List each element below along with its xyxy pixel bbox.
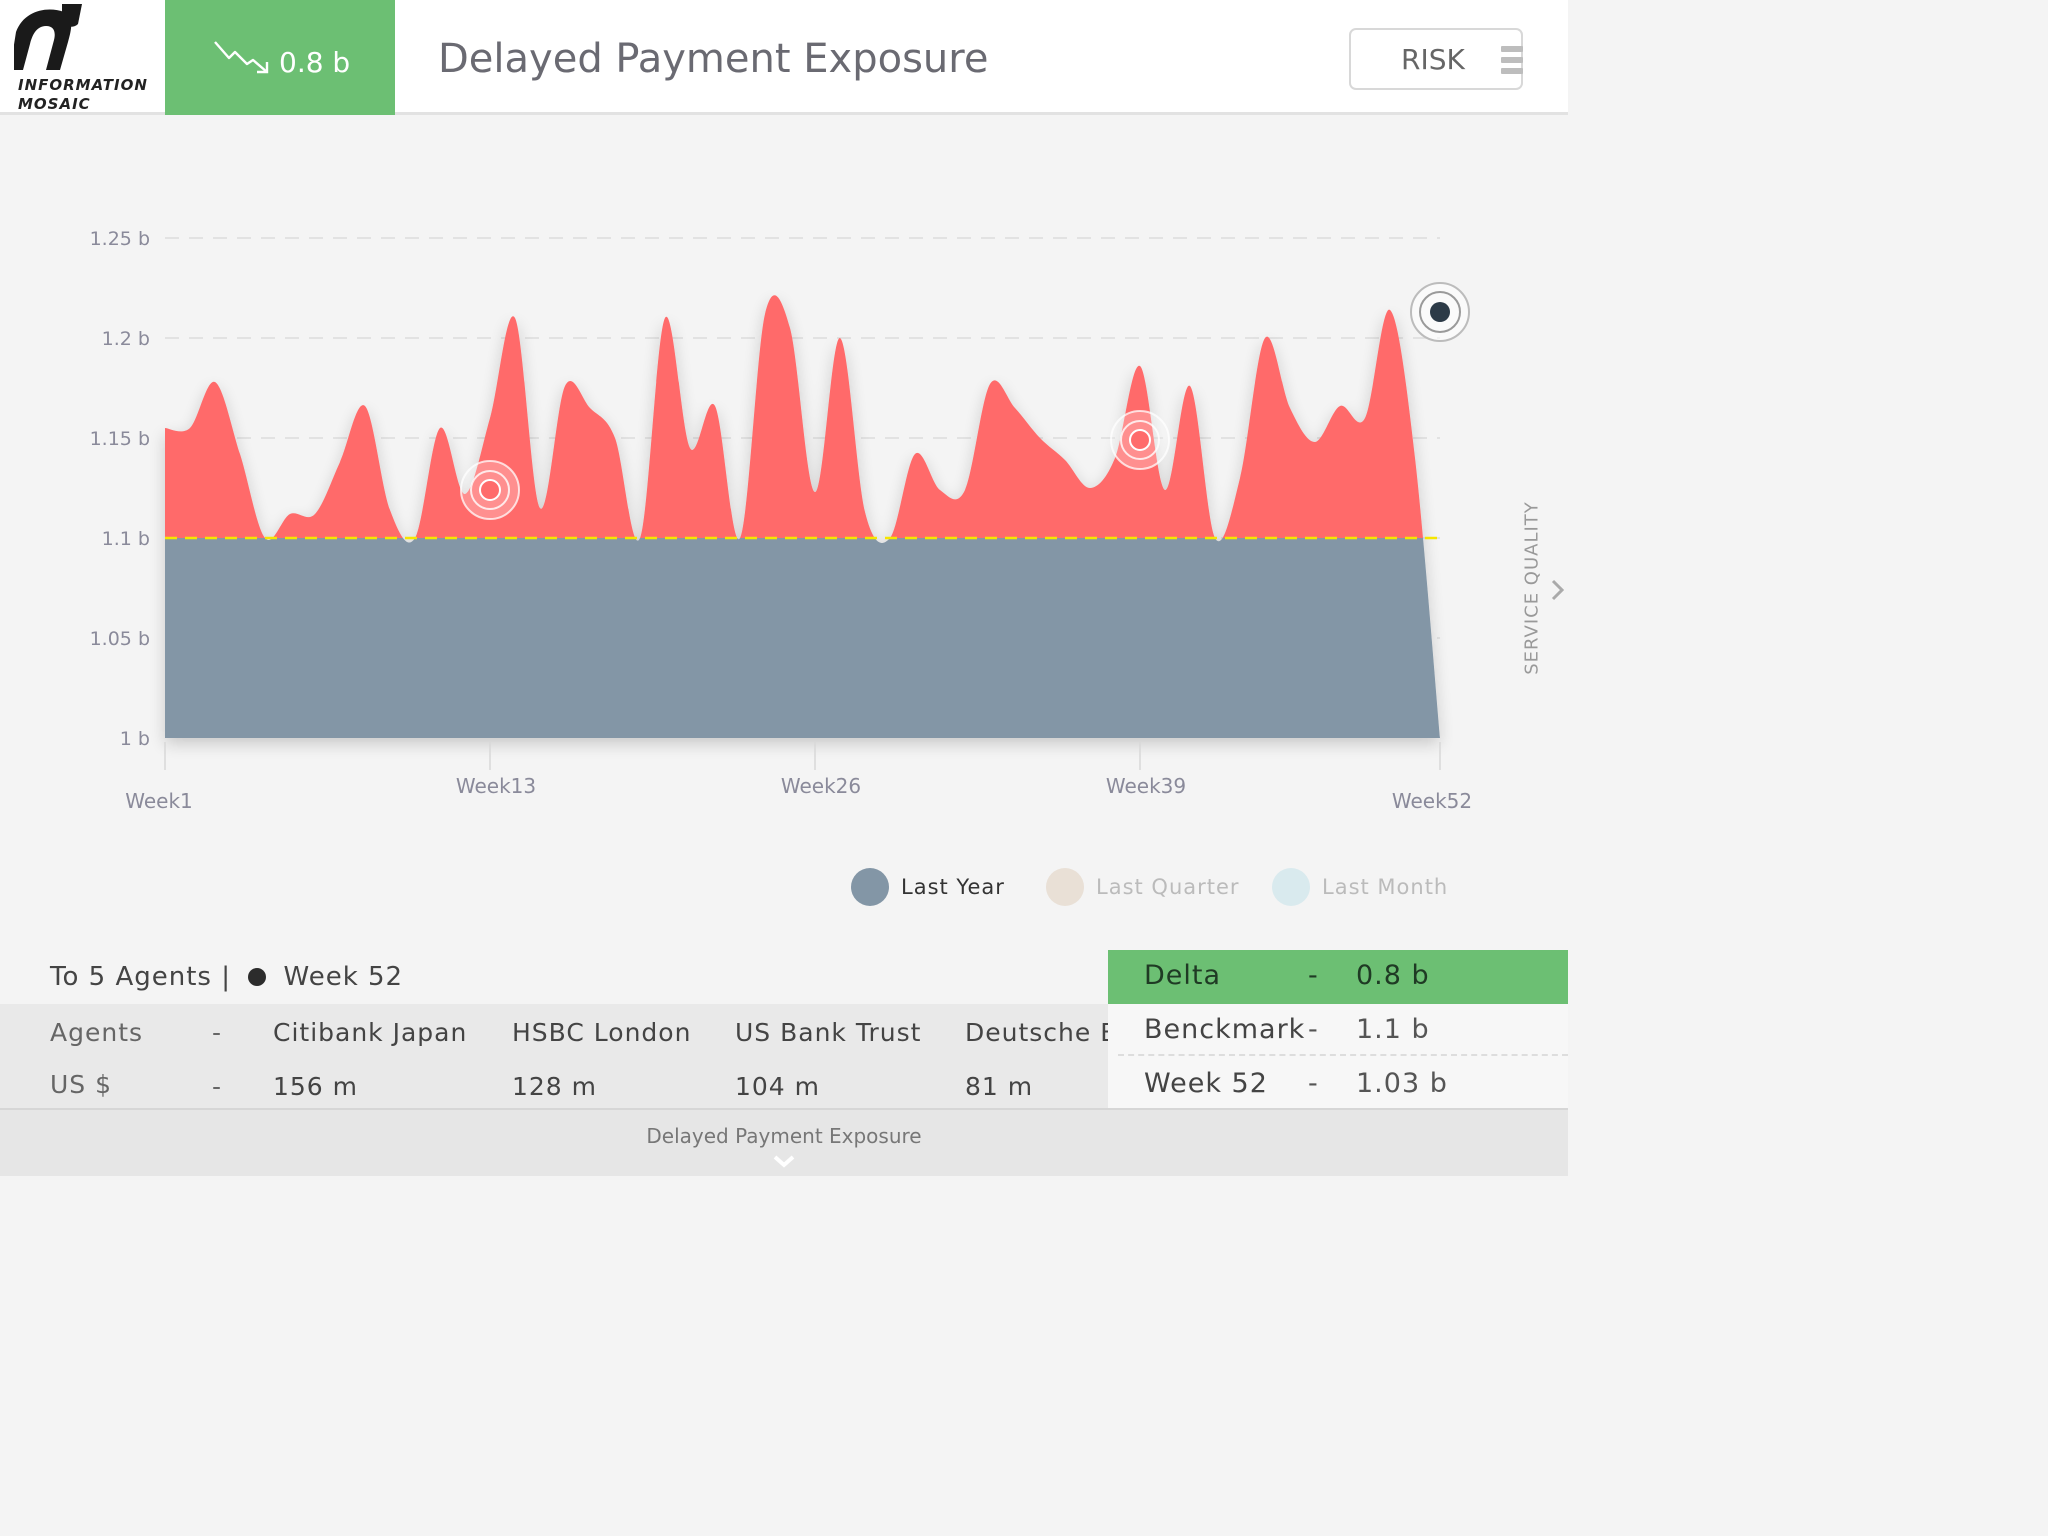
information-mosaic-logo: INFORMATION MOSAIC	[0, 0, 165, 115]
summary-row-benchmark[interactable]: Benckmark - 1.1 b	[1108, 1004, 1568, 1056]
kpi-tile[interactable]: 0.8 b	[165, 0, 395, 115]
chart-marker[interactable]	[1410, 282, 1470, 342]
chart-marker[interactable]	[1110, 410, 1170, 470]
marker-dot	[1129, 429, 1151, 451]
chevron-down-icon[interactable]	[772, 1154, 796, 1170]
table-cell: 128 m	[512, 1072, 598, 1101]
summary-dash: -	[1308, 1014, 1318, 1045]
logo-text: INFORMATION MOSAIC	[18, 76, 148, 114]
logo-line-1: INFORMATION	[18, 76, 148, 94]
app-header: INFORMATION MOSAIC 0.8 b Delayed Payment…	[0, 0, 1568, 115]
summary-divider	[1118, 1054, 1568, 1056]
summary-dash: -	[1308, 960, 1318, 991]
area-series	[165, 295, 1440, 738]
x-tick-label: Week13	[456, 774, 536, 798]
x-tick-label: Week39	[1106, 774, 1186, 798]
row-dash: -	[212, 1018, 223, 1047]
x-tick-label: Week52	[1392, 789, 1472, 813]
heading-week: Week 52	[283, 962, 404, 992]
y-tick-label: 1.25 b	[90, 228, 150, 250]
table-cell[interactable]: HSBC London	[512, 1018, 691, 1047]
table-cell[interactable]: Deutsche Ba	[965, 1018, 1108, 1047]
legend-swatch	[1046, 868, 1084, 906]
footer-bar[interactable]: Delayed Payment Exposure	[0, 1108, 1568, 1176]
risk-label: RISK	[1401, 43, 1465, 76]
y-tick-label: 1 b	[120, 728, 150, 750]
summary-value: 1.03 b	[1356, 1068, 1448, 1099]
week-dot-icon	[248, 968, 267, 986]
x-tick-label: Week26	[781, 774, 861, 798]
logo-line-2: MOSAIC	[18, 95, 91, 113]
legend-label: Last Year	[901, 875, 1005, 899]
agents-table: Agents - Citibank Japan HSBC London US B…	[0, 1004, 1108, 1108]
y-axis-ticks: 1 b 1.05 b 1.1 b 1.15 b 1.2 b 1.25 b	[90, 228, 150, 750]
risk-menu-button[interactable]: RISK	[1349, 28, 1523, 90]
marker-dot	[1430, 302, 1450, 322]
exposure-area-chart[interactable]: 1 b1.05 b1.1 b1.15 b1.2 b1.25 b Week1Wee…	[0, 118, 1568, 950]
x-axis-ticks: Week1 Week13 Week26 Week39 Week52	[125, 742, 1472, 813]
hamburger-menu-icon	[1501, 46, 1523, 74]
summary-panel: Delta - 0.8 b Benckmark - 1.1 b Week 52 …	[1108, 950, 1568, 1108]
summary-label: Week 52	[1144, 1068, 1268, 1099]
legend-label: Last Quarter	[1096, 875, 1240, 899]
summary-row-delta[interactable]: Delta - 0.8 b	[1108, 950, 1568, 1004]
agents-table-heading: To 5 Agents | Week 52	[50, 962, 403, 992]
row-dash: -	[212, 1072, 223, 1101]
legend-swatch	[1272, 868, 1310, 906]
summary-value: 0.8 b	[1356, 960, 1430, 991]
y-tick-label: 1.15 b	[90, 428, 150, 450]
table-cell: 104 m	[735, 1072, 821, 1101]
kpi-value: 0.8 b	[279, 46, 351, 79]
summary-dash: -	[1308, 1068, 1318, 1099]
summary-label: Delta	[1144, 960, 1222, 991]
row-label: US $	[50, 1070, 113, 1099]
page-title: Delayed Payment Exposure	[438, 36, 989, 82]
summary-row-week[interactable]: Week 52 - 1.03 b	[1108, 1058, 1568, 1110]
chart-marker[interactable]	[460, 460, 520, 520]
marker-dot	[479, 479, 501, 501]
y-tick-label: 1.2 b	[102, 328, 150, 350]
row-label: Agents	[50, 1018, 144, 1047]
legend-label: Last Month	[1322, 875, 1449, 899]
y-tick-label: 1.05 b	[90, 628, 150, 650]
service-quality-tab[interactable]: SERVICE QUALITY	[1522, 501, 1543, 675]
chevron-right-icon[interactable]	[1550, 578, 1566, 602]
y-tick-label: 1.1 b	[102, 528, 150, 550]
logo-mark-icon	[14, 4, 82, 70]
trending-down-icon	[214, 41, 269, 74]
footer-label: Delayed Payment Exposure	[646, 1124, 922, 1148]
table-cell[interactable]: Citibank Japan	[273, 1018, 467, 1047]
table-cell[interactable]: US Bank Trust	[735, 1018, 921, 1047]
agents-table-header: To 5 Agents | Week 52	[0, 950, 1108, 1004]
table-cell: 156 m	[273, 1072, 359, 1101]
legend-swatch	[851, 868, 889, 906]
table-cell: 81 m	[965, 1072, 1034, 1101]
heading-prefix: To 5 Agents |	[50, 962, 231, 992]
summary-label: Benckmark	[1144, 1014, 1306, 1045]
summary-value: 1.1 b	[1356, 1014, 1430, 1045]
x-tick-label: Week1	[125, 789, 193, 813]
